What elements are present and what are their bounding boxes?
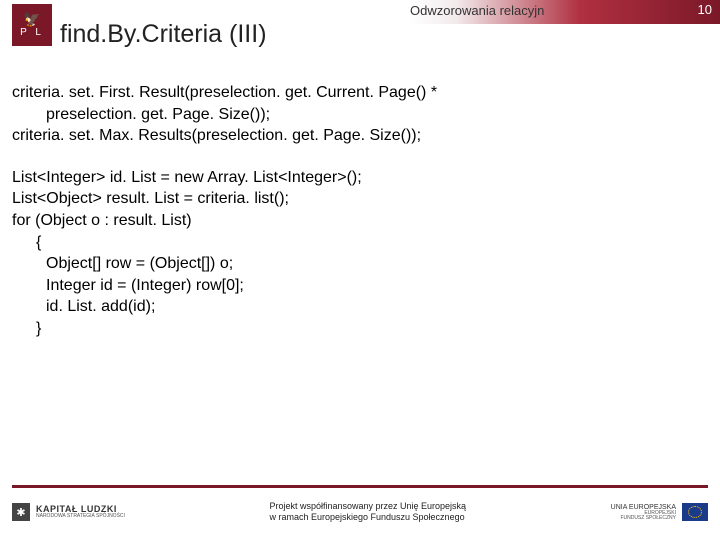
kl-subtitle: NARODOWA STRATEGIA SPÓJNOŚCI bbox=[36, 514, 125, 519]
code-line: Integer id = (Integer) row[0]; bbox=[12, 275, 708, 297]
footer-center-text: Projekt współfinansowany przez Unię Euro… bbox=[269, 501, 466, 524]
code-line: preselection. get. Page. Size()); bbox=[12, 104, 708, 126]
footer-right-logo: UNIA EUROPEJSKA EUROPEJSKI FUNDUSZ SPOŁE… bbox=[611, 503, 708, 521]
logo-initials: P L bbox=[20, 28, 44, 38]
footer-center-line2: w ramach Europejskiego Funduszu Społeczn… bbox=[269, 512, 466, 523]
ue-sub2: FUNDUSZ SPOŁECZNY bbox=[620, 516, 676, 521]
footer: ✱ KAPITAŁ LUDZKI NARODOWA STRATEGIA SPÓJ… bbox=[12, 490, 708, 534]
footer-left-logo: ✱ KAPITAŁ LUDZKI NARODOWA STRATEGIA SPÓJ… bbox=[12, 503, 125, 521]
footer-center-line1: Projekt współfinansowany przez Unię Euro… bbox=[269, 501, 466, 512]
eagle-icon: 🦅 bbox=[23, 12, 40, 26]
university-logo: 🦅 P L bbox=[12, 4, 52, 46]
code-line: criteria. set. First. Result(preselectio… bbox=[12, 82, 708, 104]
page-number: 10 bbox=[698, 2, 712, 17]
code-line: List<Integer> id. List = new Array. List… bbox=[12, 167, 708, 189]
code-line: { bbox=[12, 232, 708, 254]
eu-flag-icon bbox=[682, 503, 708, 521]
header-breadcrumb: Odwzorowania relacyjn bbox=[410, 3, 544, 18]
kl-text: KAPITAŁ LUDZKI NARODOWA STRATEGIA SPÓJNO… bbox=[36, 505, 125, 519]
code-line: id. List. add(id); bbox=[12, 296, 708, 318]
code-line: List<Object> result. List = criteria. li… bbox=[12, 188, 708, 210]
star-icon: ✱ bbox=[12, 503, 30, 521]
slide-title: find.By.Criteria (III) bbox=[60, 20, 267, 49]
code-block: criteria. set. First. Result(preselectio… bbox=[12, 82, 708, 340]
ue-text: UNIA EUROPEJSKA EUROPEJSKI FUNDUSZ SPOŁE… bbox=[611, 504, 676, 521]
slide: Odwzorowania relacyjn 10 🦅 P L find.By.C… bbox=[0, 0, 720, 540]
code-line: } bbox=[12, 318, 708, 340]
code-line: criteria. set. Max. Results(preselection… bbox=[12, 125, 708, 147]
code-line: Object[] row = (Object[]) o; bbox=[12, 253, 708, 275]
code-line: for (Object o : result. List) bbox=[12, 210, 708, 232]
footer-separator bbox=[12, 485, 708, 488]
